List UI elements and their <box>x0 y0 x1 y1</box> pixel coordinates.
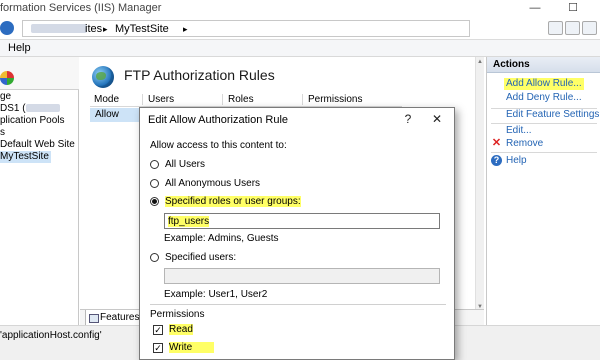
tree-item-default-web-site[interactable]: Default Web Site <box>0 139 75 151</box>
actions-header: Actions <box>487 57 600 73</box>
connect-icon[interactable] <box>0 71 14 85</box>
refresh-icon[interactable] <box>548 21 563 35</box>
title-bar: formation Services (IIS) Manager — ☐ <box>0 0 600 18</box>
page-title: FTP Authorization Rules <box>124 67 275 83</box>
breadcrumb[interactable]: ites ▸ MyTestSite ▸ <box>22 20 470 37</box>
maximize-icon[interactable]: ☐ <box>566 1 580 15</box>
column-roles[interactable]: Roles <box>228 94 254 105</box>
redacted-server-name <box>25 104 60 113</box>
edit-allow-rule-dialog: Edit Allow Authorization Rule ? ✕ Allow … <box>139 107 455 360</box>
breadcrumb-sites[interactable]: ites <box>85 23 102 35</box>
help-icon[interactable]: ? <box>491 155 502 166</box>
roles-example: Example: Admins, Guests <box>164 233 279 244</box>
table-row[interactable]: Allow <box>90 108 140 122</box>
scroll-up-icon[interactable]: ▲ <box>476 58 484 66</box>
permissions-label: Permissions <box>150 309 205 320</box>
tree-item-mytestsite[interactable]: MyTestSite <box>0 151 51 163</box>
breadcrumb-mytestsite[interactable]: MyTestSite <box>115 23 169 35</box>
globe-icon <box>92 66 114 88</box>
actions-pane: Actions Add Allow Rule... Add Deny Rule.… <box>486 57 600 325</box>
tree-item-label: plication Pools <box>0 115 65 126</box>
column-permissions[interactable]: Permissions <box>308 94 362 105</box>
back-icon[interactable] <box>0 21 14 35</box>
menu-bar: Help <box>0 40 600 57</box>
read-checkbox[interactable]: ✓ <box>153 325 163 335</box>
tree-item-application-pools[interactable]: plication Pools <box>0 115 64 127</box>
breadcrumb-separator: ▸ <box>103 24 108 34</box>
write-checkbox[interactable]: ✓ <box>153 343 163 353</box>
users-example: Example: User1, User2 <box>164 289 268 300</box>
tree-item-label: ge <box>0 91 12 102</box>
column-mode[interactable]: Mode <box>94 94 119 105</box>
grid-header: Mode Users Roles Permissions <box>90 93 402 107</box>
action-edit[interactable]: Edit... <box>506 125 532 137</box>
cell-mode: Allow <box>95 109 119 120</box>
tree-item-label: DS1 ( <box>0 103 26 114</box>
window-title: formation Services (IIS) Manager <box>0 2 162 14</box>
divider <box>491 123 597 124</box>
column-divider <box>222 94 223 105</box>
tree-item-start-page[interactable]: ge <box>0 91 11 103</box>
radio-specified-users[interactable] <box>150 253 159 262</box>
stop-icon[interactable] <box>565 21 580 35</box>
dialog-help-button[interactable]: ? <box>401 112 415 126</box>
connections-pane: ge DS1 ( plication Pools s Default Web S… <box>0 57 79 327</box>
action-remove[interactable]: Remove <box>506 138 543 150</box>
action-help[interactable]: Help <box>506 155 527 167</box>
minimize-icon[interactable]: — <box>528 1 542 15</box>
tree-item-label: MyTestSite <box>0 151 49 162</box>
action-edit-feature-settings[interactable]: Edit Feature Settings... <box>506 109 600 121</box>
remove-icon[interactable]: ✕ <box>491 138 502 149</box>
divider <box>491 152 597 153</box>
dialog-close-button[interactable]: ✕ <box>430 112 444 126</box>
tree-item-sites[interactable]: s <box>0 127 5 139</box>
users-input[interactable] <box>164 268 440 284</box>
action-add-deny-rule[interactable]: Add Deny Rule... <box>506 92 582 104</box>
actions-header-label: Actions <box>493 59 530 70</box>
divider <box>150 304 446 305</box>
breadcrumb-separator: ▸ <box>183 24 188 34</box>
address-bar: ites ▸ MyTestSite ▸ <box>0 18 600 40</box>
status-text: 'applicationHost.config' <box>0 330 102 341</box>
radio-all-users-label[interactable]: All Users <box>165 159 205 170</box>
menu-help[interactable]: Help <box>8 42 31 54</box>
radio-all-anonymous-users-label[interactable]: All Anonymous Users <box>165 178 260 189</box>
radio-specified-users-label[interactable]: Specified users: <box>165 252 236 263</box>
write-checkbox-label[interactable]: Write <box>169 342 215 353</box>
redacted-server-name <box>31 24 87 33</box>
radio-specified-roles-label[interactable]: Specified roles or user groups: <box>165 196 301 207</box>
connections-toolbar <box>0 57 79 90</box>
column-divider <box>302 94 303 105</box>
dialog-title: Edit Allow Authorization Rule <box>148 114 289 126</box>
radio-all-anonymous-users[interactable] <box>150 179 159 188</box>
read-checkbox-label[interactable]: Read <box>169 324 193 335</box>
tree-item-label: Default Web Site <box>0 139 75 150</box>
home-icon[interactable] <box>582 21 597 35</box>
column-divider <box>142 94 143 105</box>
radio-all-users[interactable] <box>150 160 159 169</box>
roles-input[interactable]: ftp_users <box>164 213 440 229</box>
radio-specified-roles[interactable] <box>150 197 159 206</box>
vertical-scrollbar[interactable]: ▲ ▼ <box>475 57 484 313</box>
dialog-prompt: Allow access to this content to: <box>150 140 287 151</box>
tree-item-server[interactable]: DS1 ( <box>0 103 60 115</box>
roles-input-value: ftp_users <box>168 216 210 227</box>
action-add-allow-rule[interactable]: Add Allow Rule... <box>504 78 584 90</box>
column-users[interactable]: Users <box>148 94 174 105</box>
tree-item-label: s <box>0 127 5 138</box>
